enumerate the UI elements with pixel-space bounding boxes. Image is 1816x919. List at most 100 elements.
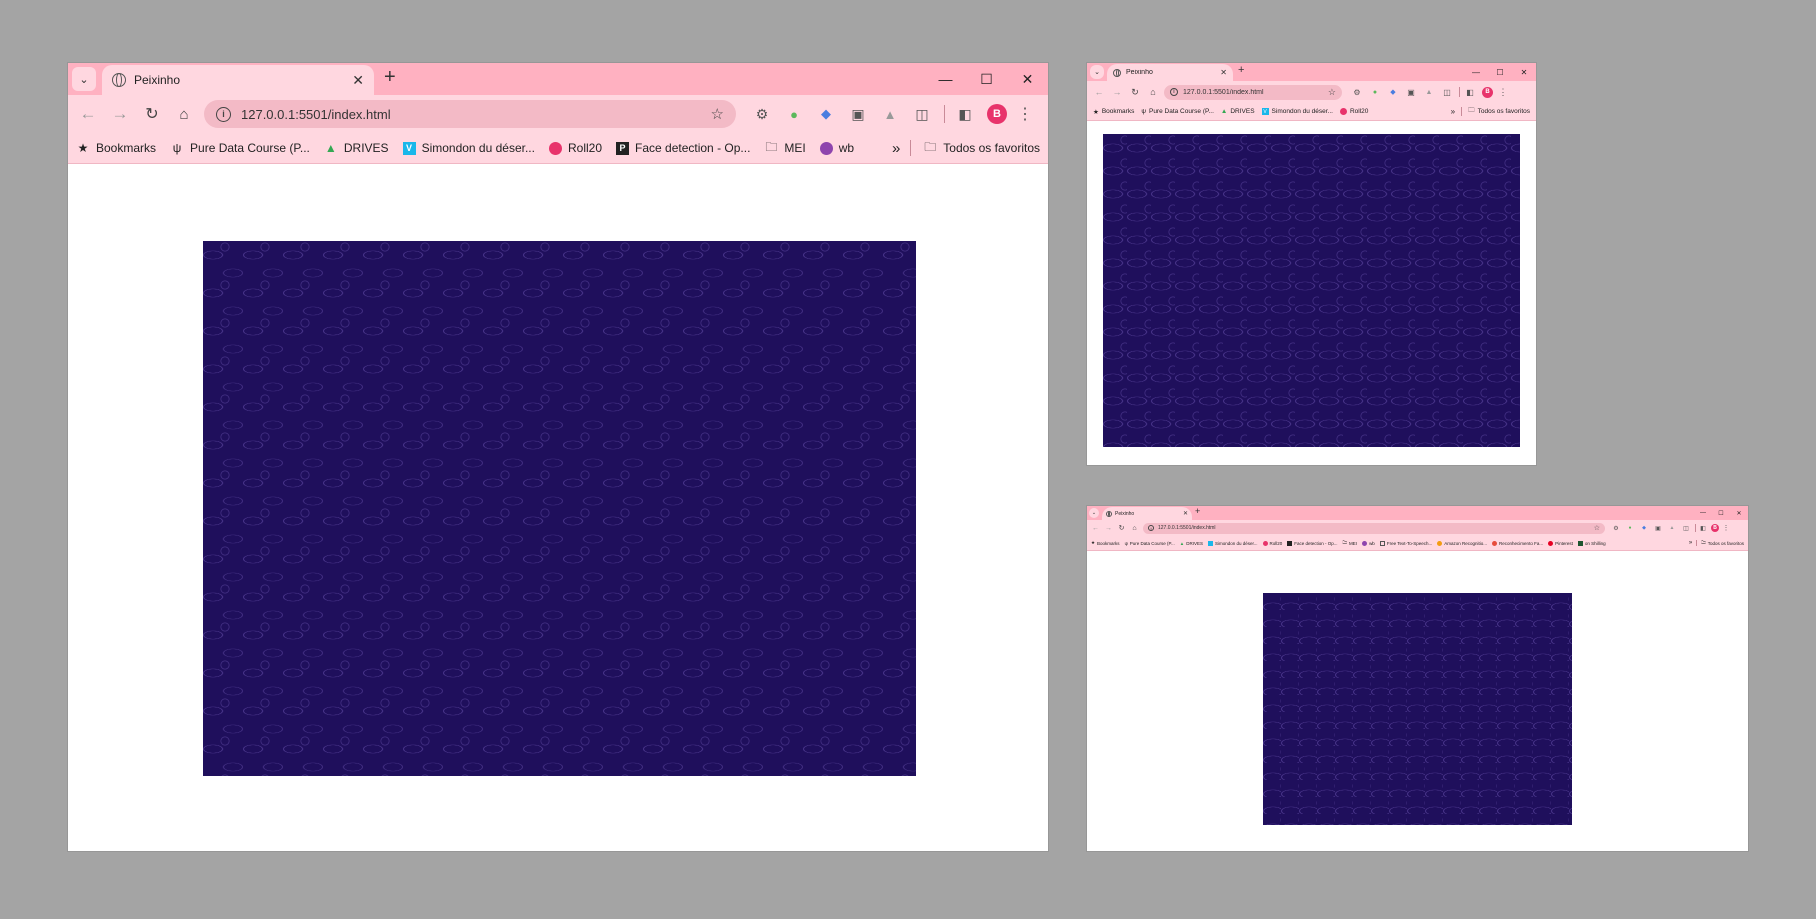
url-text[interactable]: 127.0.0.1:5501/index.html	[241, 107, 711, 122]
maximize-button[interactable]: ☐	[1488, 63, 1512, 81]
translate-extension-icon[interactable]: ◆	[810, 106, 842, 122]
minimize-button[interactable]: —	[1464, 63, 1488, 81]
side-panel-icon[interactable]: ◧	[1463, 88, 1477, 97]
maximize-button[interactable]: ☐	[966, 63, 1007, 95]
bookmark-item[interactable]: Face detection - Op...	[1287, 540, 1338, 546]
bookmark-item[interactable]: ▲ DRIVES	[324, 141, 389, 155]
tab-peixinho[interactable]: Peixinho ✕	[102, 65, 374, 95]
bookmark-item[interactable]: ★ Bookmarks	[1093, 108, 1134, 116]
more-bookmarks-button[interactable]: »	[892, 140, 900, 157]
side-panel-icon[interactable]: ◧	[951, 106, 979, 123]
forward-icon[interactable]: →	[104, 104, 136, 124]
bookmark-item[interactable]: Roll20	[548, 141, 602, 155]
all-bookmarks-button[interactable]: 🗀 Todos os favoritos	[1701, 539, 1744, 547]
bookmark-item[interactable]: ψ Pure Data Course (P...	[170, 141, 310, 155]
puzzle-extension-icon[interactable]: ▲	[1420, 89, 1438, 96]
close-window-button[interactable]: ✕	[1007, 63, 1048, 95]
bookmark-item[interactable]: wb	[1362, 540, 1375, 546]
green-extension-icon[interactable]: ●	[778, 107, 810, 122]
bookmark-star-icon[interactable]: ☆	[711, 105, 724, 123]
close-tab-icon[interactable]: ✕	[1220, 68, 1227, 77]
all-bookmarks-button[interactable]: 🗀 Todos os favoritos	[923, 138, 1040, 159]
reload-icon[interactable]: ↻	[136, 104, 168, 124]
site-info-icon[interactable]: i	[1148, 525, 1154, 531]
site-info-icon[interactable]: i	[216, 106, 231, 122]
forward-icon[interactable]: →	[1108, 87, 1126, 97]
bookmark-item[interactable]: ★ Bookmarks	[1091, 540, 1120, 546]
back-icon[interactable]: ←	[1090, 87, 1108, 97]
bookmark-item[interactable]: ★ Bookmarks	[76, 141, 156, 155]
bookmark-item[interactable]: wb	[819, 141, 854, 155]
green-extension-icon[interactable]: ●	[1366, 89, 1384, 96]
tab-peixinho[interactable]: Peixinho ✕	[1102, 507, 1192, 520]
home-icon[interactable]: ⌂	[168, 106, 200, 123]
bookmark-star-icon[interactable]: ☆	[1594, 524, 1600, 532]
close-tab-icon[interactable]: ✕	[352, 72, 364, 89]
back-icon[interactable]: ←	[72, 104, 104, 124]
bookmark-item[interactable]: Roll20	[1262, 540, 1282, 546]
more-bookmarks-button[interactable]: »	[1689, 540, 1692, 546]
minimize-button[interactable]: —	[1694, 506, 1712, 520]
home-icon[interactable]: ⌂	[1144, 87, 1162, 97]
new-tab-button[interactable]: +	[384, 66, 396, 89]
extensions-icon[interactable]: ◫	[906, 106, 938, 123]
bookmark-item[interactable]: ψ Pure Data Course (P...	[1141, 108, 1214, 115]
minimize-button[interactable]: —	[925, 63, 966, 95]
bookmark-item[interactable]: Reconhecimento Fa...	[1492, 540, 1543, 546]
close-window-button[interactable]: ✕	[1730, 506, 1748, 520]
bookmark-item[interactable]: Roll20	[1339, 108, 1368, 115]
close-window-button[interactable]: ✕	[1512, 63, 1536, 81]
bookmark-item[interactable]: V Simondon du déser...	[402, 141, 535, 155]
extensions-icon[interactable]: ◫	[1679, 525, 1693, 532]
all-bookmarks-button[interactable]: 🗀 Todos os favoritos	[1468, 106, 1530, 117]
bug-extension-icon[interactable]: ⚙	[746, 106, 778, 123]
new-tab-button[interactable]: +	[1238, 64, 1244, 76]
url-text[interactable]: 127.0.0.1:5501/index.html	[1183, 89, 1328, 96]
address-bar[interactable]: i 127.0.0.1:5501/index.html ☆	[204, 100, 736, 128]
bookmark-item[interactable]: 🗀 MEI	[1343, 539, 1358, 547]
bookmark-item[interactable]: ▲ DRIVES	[1221, 108, 1255, 115]
profile-avatar[interactable]: B	[1711, 524, 1719, 532]
tab-search-button[interactable]: ⌄	[1089, 508, 1099, 518]
maximize-button[interactable]: ☐	[1712, 506, 1730, 520]
screenshot-extension-icon[interactable]: ▣	[842, 106, 874, 123]
bug-extension-icon[interactable]: ⚙	[1348, 88, 1366, 97]
bookmark-item[interactable]: Amazon Recognitio...	[1437, 540, 1487, 546]
bookmark-item[interactable]: Pinterest	[1548, 540, 1573, 546]
profile-avatar[interactable]: B	[1482, 86, 1493, 98]
reload-icon[interactable]: ↻	[1115, 524, 1128, 532]
kebab-menu-icon[interactable]: ⋮	[1015, 104, 1035, 124]
bookmark-item[interactable]: ▲ DRIVES	[1180, 541, 1203, 546]
bookmark-item[interactable]: V Simondon du déser...	[1261, 108, 1333, 115]
bookmark-star-icon[interactable]: ☆	[1328, 87, 1336, 98]
address-bar[interactable]: i 127.0.0.1:5501/index.html ☆	[1164, 84, 1342, 100]
bookmark-item[interactable]: P Face detection - Op...	[616, 141, 750, 155]
forward-icon[interactable]: →	[1102, 525, 1115, 532]
address-bar[interactable]: i 127.0.0.1:5501/index.html ☆	[1143, 522, 1605, 534]
close-tab-icon[interactable]: ✕	[1183, 510, 1188, 517]
tab-search-button[interactable]: ⌄	[72, 67, 96, 91]
screenshot-extension-icon[interactable]: ▣	[1402, 88, 1420, 97]
translate-extension-icon[interactable]: ◆	[1637, 525, 1651, 531]
bookmark-item[interactable]: Simondon du déser...	[1207, 540, 1258, 546]
site-info-icon[interactable]: i	[1170, 88, 1178, 96]
screenshot-extension-icon[interactable]: ▣	[1651, 525, 1665, 532]
bookmark-item[interactable]: ψ Pure Data Course (P...	[1125, 541, 1175, 546]
more-bookmarks-button[interactable]: »	[1451, 107, 1455, 116]
home-icon[interactable]: ⌂	[1128, 525, 1141, 532]
tab-peixinho[interactable]: Peixinho ✕	[1107, 64, 1233, 81]
green-extension-icon[interactable]: ●	[1623, 525, 1637, 531]
puzzle-extension-icon[interactable]: ▲	[1665, 525, 1679, 531]
kebab-menu-icon[interactable]: ⋮	[1498, 87, 1508, 98]
new-tab-button[interactable]: +	[1195, 506, 1200, 516]
side-panel-icon[interactable]: ◧	[1698, 525, 1708, 532]
bookmark-item[interactable]: 🗀 MEI	[764, 138, 805, 159]
bookmark-item[interactable]: on Shilling	[1577, 540, 1606, 546]
puzzle-extension-icon[interactable]: ▲	[874, 107, 906, 122]
bookmark-item[interactable]: Free Text-To-Speech...	[1379, 540, 1432, 546]
translate-extension-icon[interactable]: ◆	[1384, 88, 1402, 96]
profile-avatar[interactable]: B	[987, 104, 1007, 124]
kebab-menu-icon[interactable]: ⋮	[1722, 524, 1730, 532]
tab-search-button[interactable]: ⌄	[1090, 65, 1104, 79]
url-text[interactable]: 127.0.0.1:5501/index.html	[1158, 525, 1594, 531]
